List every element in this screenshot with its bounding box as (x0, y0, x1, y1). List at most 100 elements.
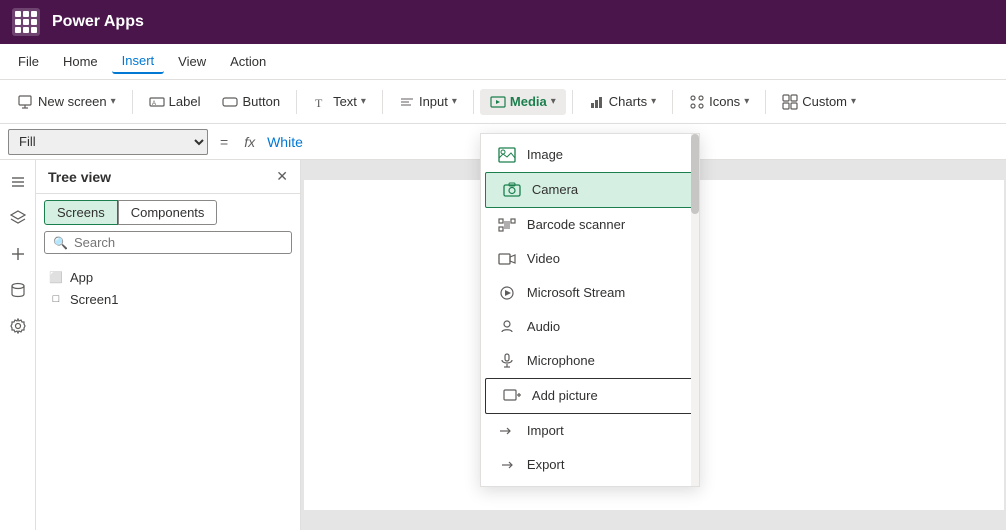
media-option-import-label: Import (527, 423, 564, 438)
tree-view-panel: Tree view ✕ Screens Components 🔍 ⬜ App □… (36, 160, 301, 530)
tree-item-app[interactable]: ⬜ App (44, 266, 292, 288)
tree-view-title: Tree view (48, 169, 111, 185)
media-option-stream[interactable]: Microsoft Stream (481, 276, 699, 310)
formula-fx-symbol: fx (240, 134, 259, 150)
separator-1 (132, 90, 133, 114)
stream-icon (497, 283, 517, 303)
media-option-add-picture[interactable]: Add picture (485, 378, 695, 414)
media-option-export[interactable]: Export (481, 448, 699, 482)
menu-home[interactable]: Home (53, 50, 108, 73)
sidebar-plus-icon[interactable] (4, 240, 32, 268)
app-title: Power Apps (52, 13, 144, 31)
label-icon: A (149, 94, 165, 110)
sidebar-icons (0, 160, 36, 530)
camera-icon (502, 180, 522, 200)
tab-screens[interactable]: Screens (44, 200, 118, 225)
media-option-add-picture-label: Add picture (532, 388, 598, 403)
button-icon (222, 94, 238, 110)
media-option-audio[interactable]: Audio (481, 310, 699, 344)
menu-action[interactable]: Action (220, 50, 276, 73)
label-label: Label (169, 94, 201, 109)
sidebar-layers-icon[interactable] (4, 204, 32, 232)
search-icon: 🔍 (53, 236, 68, 250)
media-option-stream-label: Microsoft Stream (527, 285, 625, 300)
sidebar-db-icon[interactable] (4, 276, 32, 304)
video-icon (497, 249, 517, 269)
media-button[interactable]: Media ▾ (480, 89, 566, 115)
formula-value-text: White (267, 134, 303, 150)
separator-2 (296, 90, 297, 114)
media-option-camera-label: Camera (532, 182, 578, 197)
custom-button[interactable]: Custom ▾ (772, 89, 866, 115)
media-option-audio-label: Audio (527, 319, 560, 334)
new-screen-icon (18, 94, 34, 110)
screen-icon: □ (48, 291, 64, 307)
media-option-microphone-label: Microphone (527, 353, 595, 368)
menu-bar: File Home Insert View Action (0, 44, 1006, 80)
search-input[interactable] (74, 235, 283, 250)
custom-chevron: ▾ (851, 96, 856, 107)
tab-components[interactable]: Components (118, 200, 218, 225)
media-option-camera[interactable]: Camera (485, 172, 695, 208)
formula-property-select[interactable]: Fill (8, 129, 208, 155)
custom-label: Custom (802, 94, 847, 109)
menu-view[interactable]: View (168, 50, 216, 73)
media-option-import[interactable]: Import (481, 414, 699, 448)
tree-search-bar: 🔍 (44, 231, 292, 254)
sidebar-settings-icon[interactable] (4, 312, 32, 340)
charts-icon (589, 94, 605, 110)
media-option-export-label: Export (527, 457, 565, 472)
icons-chevron: ▾ (744, 96, 749, 107)
menu-insert[interactable]: Insert (112, 49, 165, 74)
separator-7 (765, 90, 766, 114)
media-dropdown-wrapper: Media ▾ Image (480, 89, 566, 115)
button-button[interactable]: Button (212, 89, 290, 115)
icons-button[interactable]: Icons ▾ (679, 89, 759, 115)
waffle-grid-icon (15, 11, 37, 33)
new-screen-chevron: ▾ (111, 96, 116, 107)
new-screen-label: New screen (38, 94, 107, 109)
formula-equals-sign: = (216, 134, 232, 150)
media-option-barcode-label: Barcode scanner (527, 217, 625, 232)
charts-chevron: ▾ (651, 96, 656, 107)
media-option-microphone[interactable]: Microphone (481, 344, 699, 378)
import-icon (497, 421, 517, 441)
dropdown-scrollbar-track[interactable] (691, 134, 699, 486)
sidebar-menu-icon[interactable] (4, 168, 32, 196)
menu-file[interactable]: File (8, 50, 49, 73)
add-picture-icon (502, 386, 522, 406)
media-dropdown-menu: Image Camera (480, 133, 700, 487)
app-icon: ⬜ (48, 269, 64, 285)
dropdown-scrollbar-thumb[interactable] (691, 134, 699, 214)
media-option-video-label: Video (527, 251, 560, 266)
tree-item-screen1-label: Screen1 (70, 292, 118, 307)
icons-toolbar-icon (689, 94, 705, 110)
toolbar: New screen ▾ A Label Button T Text ▾ Inp… (0, 80, 1006, 124)
svg-text:A: A (152, 101, 156, 107)
input-button[interactable]: Input ▾ (389, 89, 467, 115)
media-label: Media (510, 94, 547, 109)
tree-items-list: ⬜ App □ Screen1 (36, 262, 300, 314)
tree-view-close-button[interactable]: ✕ (276, 168, 288, 185)
charts-button[interactable]: Charts ▾ (579, 89, 666, 115)
barcode-icon (497, 215, 517, 235)
tree-view-tabs: Screens Components (36, 194, 300, 231)
separator-4 (473, 90, 474, 114)
media-option-image[interactable]: Image (481, 138, 699, 172)
new-screen-button[interactable]: New screen ▾ (8, 89, 126, 115)
custom-icon (782, 94, 798, 110)
media-option-barcode[interactable]: Barcode scanner (481, 208, 699, 242)
microphone-icon (497, 351, 517, 371)
tree-item-app-label: App (70, 270, 93, 285)
icons-label: Icons (709, 94, 740, 109)
charts-label: Charts (609, 94, 647, 109)
text-button[interactable]: T Text ▾ (303, 89, 376, 115)
input-icon (399, 94, 415, 110)
media-chevron: ▾ (551, 96, 556, 107)
export-icon (497, 455, 517, 475)
label-button[interactable]: A Label (139, 89, 211, 115)
waffle-menu-button[interactable] (12, 8, 40, 36)
text-chevron: ▾ (361, 96, 366, 107)
media-option-video[interactable]: Video (481, 242, 699, 276)
tree-item-screen1[interactable]: □ Screen1 (44, 288, 292, 310)
